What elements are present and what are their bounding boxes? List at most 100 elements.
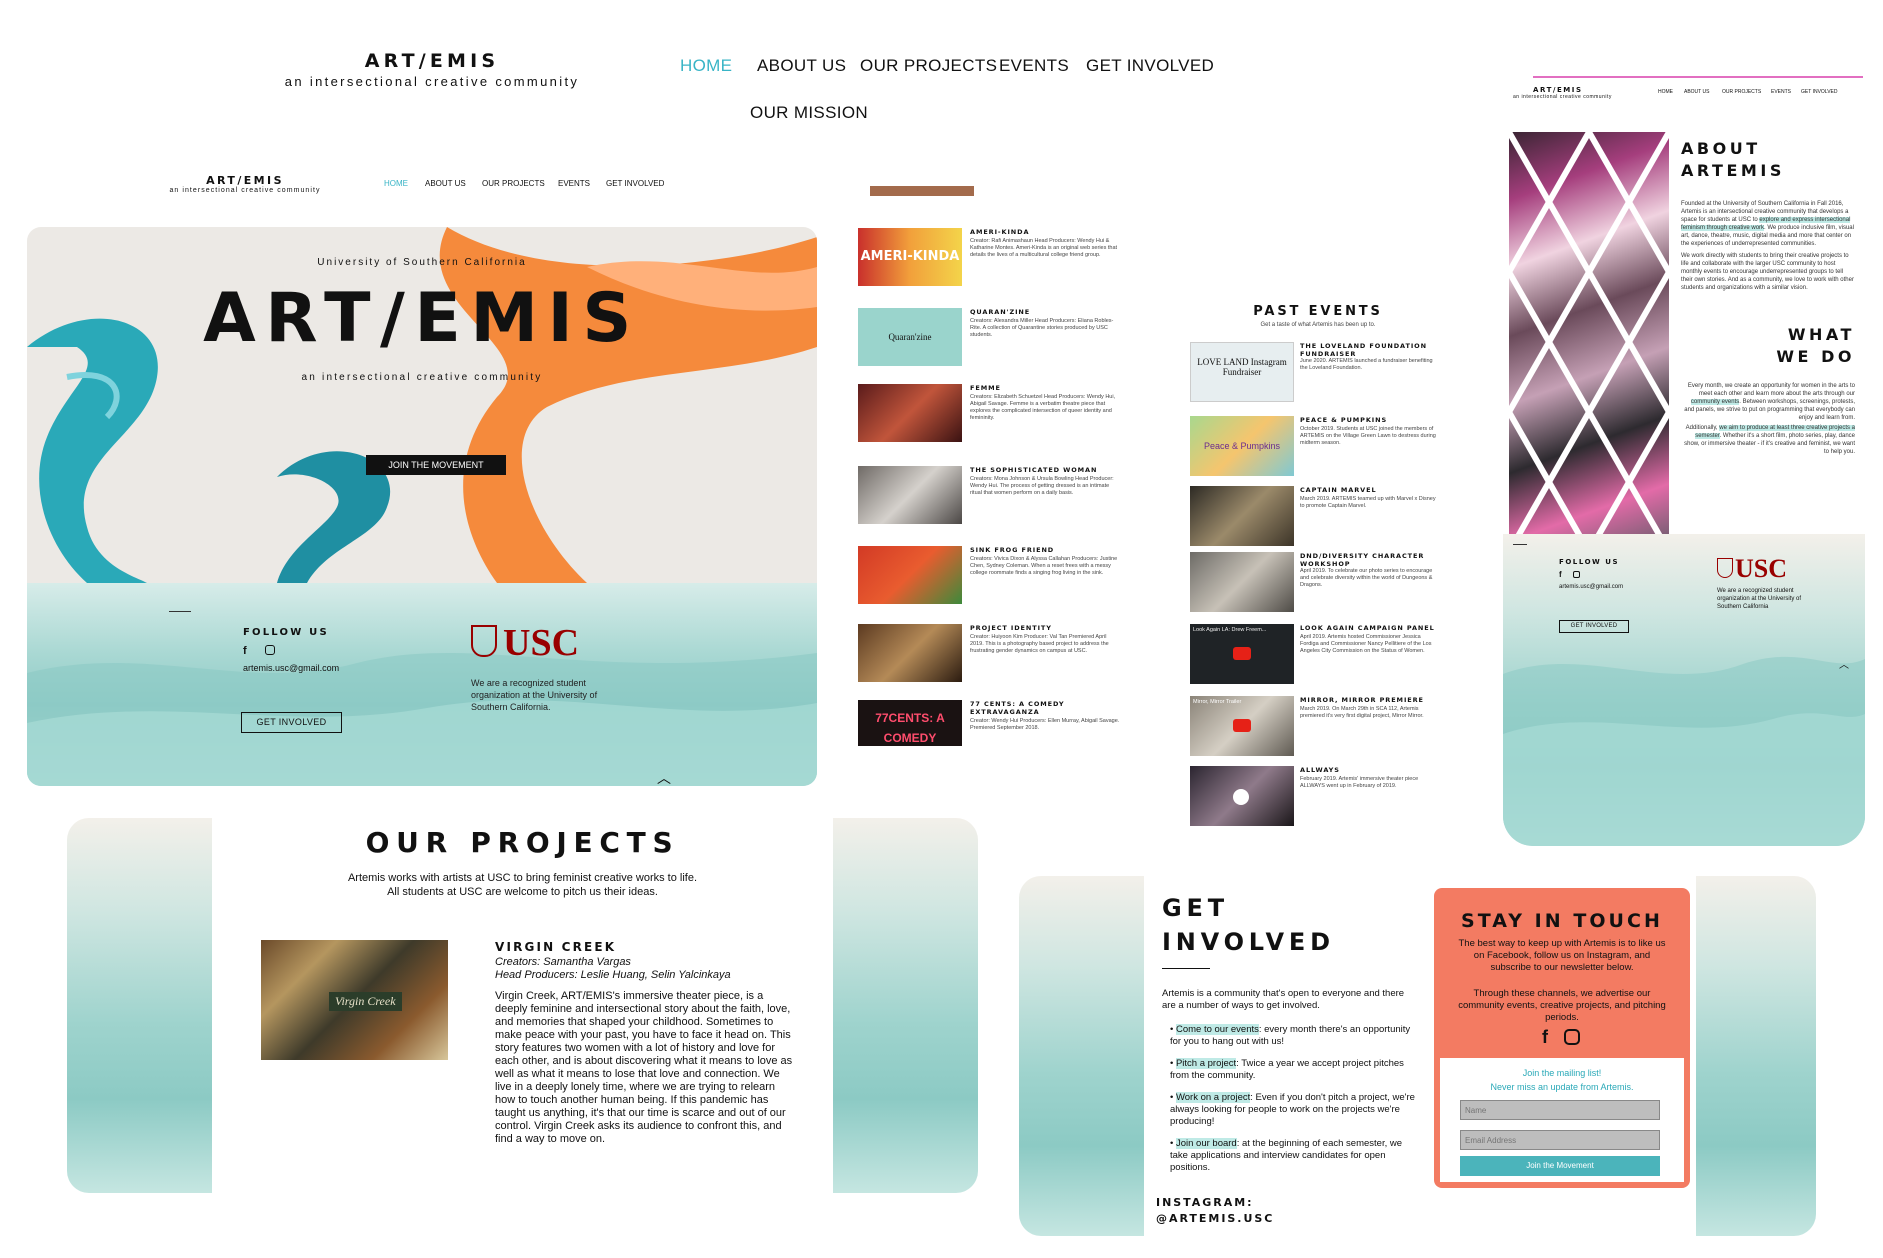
project-title: QUARAN'ZINE <box>970 308 1031 316</box>
instagram-icon[interactable] <box>1564 1029 1580 1045</box>
what-we-do-heading: WHAT WE DO <box>1776 325 1855 366</box>
event-title: CAPTAIN MARVEL <box>1300 486 1377 494</box>
involvement-link[interactable]: Join our board <box>1175 1138 1237 1149</box>
project-title: PROJECT IDENTITY <box>970 624 1052 632</box>
involvement-item[interactable]: • Join our board: at the beginning of ea… <box>1170 1138 1420 1174</box>
facebook-icon[interactable]: f <box>1559 570 1562 579</box>
project-item[interactable]: FEMME Creators: Elizabeth Schuetzel Head… <box>858 384 1128 458</box>
nav-get-involved[interactable]: GET INVOLVED <box>1086 56 1214 76</box>
event-title: ALLWAYS <box>1300 766 1340 774</box>
usc-note: We are a recognized student organization… <box>1717 588 1802 610</box>
project-item[interactable]: THE SOPHISTICATED WOMAN Creators: Mona J… <box>858 466 1128 540</box>
project-item[interactable]: AMERI-KINDA AMERI-KINDA Creator: Rafi An… <box>858 228 1128 302</box>
involvement-item[interactable]: • Come to our events: every month there'… <box>1170 1024 1420 1048</box>
get-involved-button[interactable]: GET INVOLVED <box>1559 620 1629 633</box>
about-highlight[interactable]: community events <box>1690 399 1740 406</box>
get-involved-button[interactable]: GET INVOLVED <box>241 712 342 733</box>
nav-mission[interactable]: OUR MISSION <box>750 103 868 123</box>
instagram-handle[interactable]: @ARTEMIS.USC <box>1156 1212 1274 1225</box>
home-logo-tagline: an intersectional creative community <box>169 187 321 194</box>
footer-email[interactable]: artemis.usc@gmail.com <box>1559 584 1623 590</box>
get-involved-heading-2: INVOLVED <box>1162 928 1335 956</box>
event-text: October 2019. Students at USC joined the… <box>1300 426 1436 447</box>
virgin-creek-producers: Head Producers: Leslie Huang, Selin Yalc… <box>495 969 731 981</box>
event-item[interactable]: Peace & Pumpkins PEACE & PUMPKINS Octobe… <box>1190 416 1440 486</box>
nav-projects[interactable]: OUR PROJECTS <box>860 56 997 76</box>
virgin-creek-image-label: Virgin Creek <box>329 992 402 1011</box>
involvement-item[interactable]: • Work on a project: Even if you don't p… <box>1170 1092 1420 1128</box>
project-item[interactable]: 77CENTS: A COMEDY 77 CENTS: A COMEDY EXT… <box>858 700 1128 746</box>
instagram-icon[interactable] <box>1573 571 1580 578</box>
event-item[interactable]: LOVE LAND Instagram Fundraiser THE LOVEL… <box>1190 342 1440 412</box>
facebook-icon[interactable]: f <box>243 645 247 657</box>
project-item[interactable]: PROJECT IDENTITY Creator: Huiyoon Kim Pr… <box>858 624 1128 698</box>
event-item[interactable]: Look Again LA: Drew Freem... LOOK AGAIN … <box>1190 624 1440 694</box>
home-logo-title[interactable]: ART/EMIS <box>160 174 330 187</box>
about-footer: FOLLOW US f artemis.usc@gmail.com GET IN… <box>1503 534 1865 846</box>
virgin-creek-image[interactable]: Virgin Creek <box>261 940 448 1060</box>
event-thumb <box>1190 486 1294 546</box>
past-events-heading: PAST EVENTS <box>1253 304 1383 319</box>
involvement-link[interactable]: Come to our events <box>1175 1024 1259 1035</box>
stay-in-touch-panel: STAY IN TOUCH The best way to keep up wi… <box>1434 876 1696 1236</box>
event-item[interactable]: ALLWAYS February 2019. Artemis' immersiv… <box>1190 766 1440 836</box>
usc-seal-icon <box>1717 558 1733 578</box>
project-thumb <box>858 624 962 682</box>
event-item[interactable]: Mirror, Mirror Trailer MIRROR, MIRROR PR… <box>1190 696 1440 766</box>
project-text: Creators: Elizabeth Schuetzel Head Produ… <box>970 394 1116 422</box>
home-nav-get-involved[interactable]: GET INVOLVED <box>606 179 664 188</box>
triangle-mosaic-art <box>1506 125 1672 559</box>
home-nav-home[interactable]: HOME <box>384 179 408 188</box>
about-heading: ABOUT ARTEMIS <box>1681 139 1785 180</box>
project-item[interactable]: SINK FROG FRIEND Creators: Vivica Dixon … <box>858 546 1128 620</box>
event-title: DND/DIVERSITY CHARACTER WORKSHOP <box>1300 552 1425 568</box>
about-nav-about[interactable]: ABOUT US <box>1684 89 1709 95</box>
site-logo[interactable]: ART/EMIS <box>272 50 592 72</box>
instagram-icon[interactable] <box>265 645 275 655</box>
projects-intro-2: All students at USC are welcome to pitch… <box>387 886 658 898</box>
home-nav-projects[interactable]: OUR PROJECTS <box>482 179 545 188</box>
mountains-art <box>1503 656 1865 846</box>
about-nav-get-involved[interactable]: GET INVOLVED <box>1801 89 1838 95</box>
our-projects-panel: OUR PROJECTS Artemis works with artists … <box>212 818 833 1193</box>
event-item[interactable]: CAPTAIN MARVEL March 2019. ARTEMIS teame… <box>1190 486 1440 556</box>
involvement-link[interactable]: Work on a project <box>1175 1092 1251 1103</box>
event-text: March 2019. On March 29th in SCA 112, Ar… <box>1300 706 1424 720</box>
about-nav-events[interactable]: EVENTS <box>1771 89 1791 95</box>
event-text: April 2019. Artemis hosted Commissioner … <box>1300 634 1432 655</box>
home-nav-events[interactable]: EVENTS <box>558 179 590 188</box>
join-movement-submit-button[interactable]: Join the Movement <box>1460 1156 1660 1176</box>
about-logo[interactable]: ART/EMIS <box>1533 86 1583 94</box>
scroll-up-icon[interactable]: ︿ <box>657 768 671 786</box>
usc-note: We are a recognized student organization… <box>471 678 598 713</box>
footer-email[interactable]: artemis.usc@gmail.com <box>243 663 339 673</box>
play-button-icon[interactable] <box>1233 789 1249 805</box>
play-button-icon[interactable] <box>1233 719 1251 732</box>
project-item[interactable]: Quaran'zine QUARAN'ZINE Creators: Alexan… <box>858 308 1128 382</box>
involvement-item[interactable]: • Pitch a project: Twice a year we accep… <box>1170 1058 1420 1082</box>
play-button-icon[interactable] <box>1233 647 1251 660</box>
about-nav-projects[interactable]: OUR PROJECTS <box>1722 89 1761 95</box>
scroll-up-icon[interactable]: ︿ <box>1839 656 1849 671</box>
nav-events[interactable]: EVENTS <box>999 56 1069 76</box>
event-item[interactable]: DND/DIVERSITY CHARACTER WORKSHOP April 2… <box>1190 552 1440 622</box>
project-text: Creator: Wendy Hui Producers: Ellen Murr… <box>970 718 1120 732</box>
projects-left-mist <box>67 818 212 1193</box>
facebook-icon[interactable]: f <box>1542 1027 1548 1048</box>
join-movement-button[interactable]: JOIN THE MOVEMENT <box>366 455 506 475</box>
involvement-link[interactable]: Pitch a project <box>1175 1058 1237 1069</box>
projects-intro-1: Artemis works with artists at USC to bri… <box>347 872 698 884</box>
home-nav-about[interactable]: ABOUT US <box>425 179 466 188</box>
projects-right-mist <box>833 818 978 1193</box>
email-input[interactable] <box>1460 1130 1660 1150</box>
site-header: ART/EMIS an intersectional creative comm… <box>272 50 592 89</box>
name-input[interactable] <box>1460 1100 1660 1120</box>
about-nav-home[interactable]: HOME <box>1658 89 1673 95</box>
event-text: June 2020. ARTEMIS launched a fundraiser… <box>1300 358 1433 372</box>
usc-logo: USC <box>503 622 580 664</box>
projects-list-panel: AMERI-KINDA AMERI-KINDA Creator: Rafi An… <box>858 186 1138 746</box>
nav-about[interactable]: ABOUT US <box>757 56 846 76</box>
nav-home[interactable]: HOME <box>680 56 732 76</box>
get-involved-panel: GET INVOLVED Artemis is a community that… <box>1144 876 1434 1236</box>
photo-collage <box>1506 125 1672 559</box>
